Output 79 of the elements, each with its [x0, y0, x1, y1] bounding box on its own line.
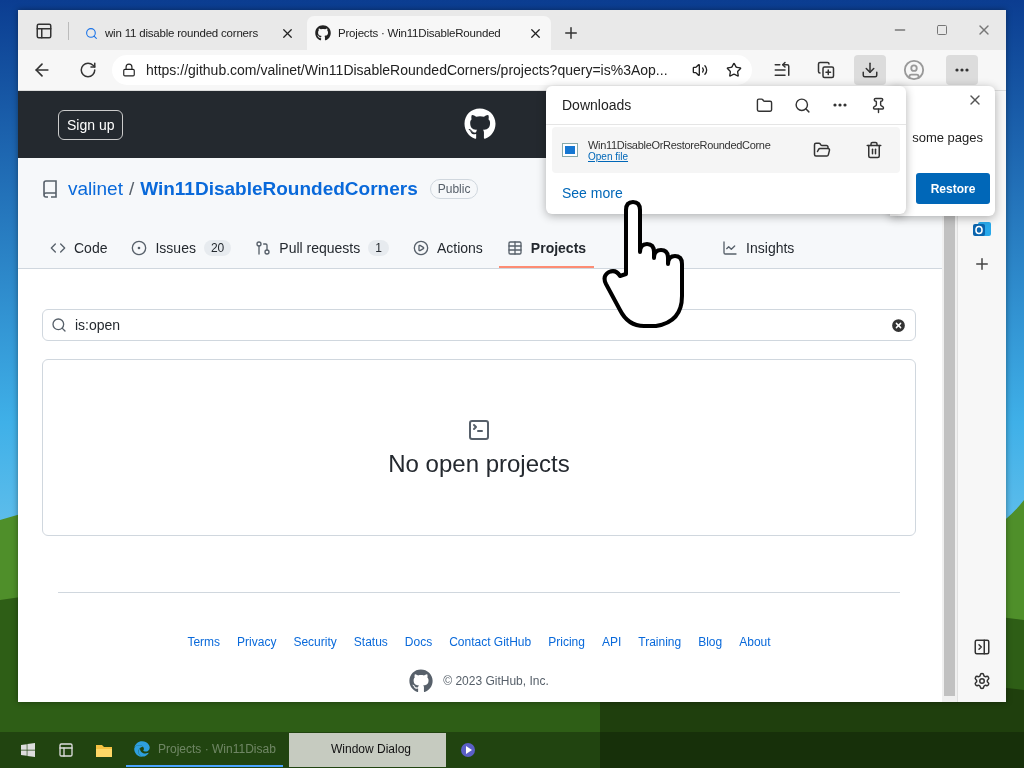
github-logo-icon[interactable]	[464, 108, 496, 140]
tab-actions-icon[interactable]	[35, 22, 53, 40]
file-explorer-icon[interactable]	[95, 742, 113, 758]
project-icon	[467, 417, 491, 442]
outlook-icon[interactable]	[972, 219, 992, 239]
open-file-link[interactable]: Open file	[588, 150, 792, 162]
github-logo-icon[interactable]	[409, 669, 434, 693]
footer-link[interactable]: Contact GitHub	[449, 635, 532, 649]
footer-link[interactable]: Docs	[404, 635, 433, 649]
notification-text: some pages	[912, 130, 983, 145]
github-icon	[315, 25, 331, 41]
graph-icon	[722, 240, 739, 256]
counter: 20	[203, 240, 232, 256]
folder-icon[interactable]	[813, 141, 831, 159]
download-icon	[861, 61, 879, 79]
add-icon[interactable]	[973, 255, 991, 273]
footer-link[interactable]: Terms	[187, 635, 221, 649]
task-view-icon[interactable]	[58, 742, 74, 758]
search-icon	[85, 26, 98, 40]
repo-icon	[42, 180, 58, 198]
footer-link[interactable]: API	[601, 635, 622, 649]
add-favorite-icon[interactable]	[726, 62, 742, 78]
footer-link[interactable]: About	[739, 635, 771, 649]
favorites-icon[interactable]	[773, 61, 791, 79]
lock-icon	[122, 63, 136, 77]
play-icon	[412, 240, 429, 256]
footer-link[interactable]: Pricing	[548, 635, 585, 649]
folder-icon[interactable]	[755, 96, 773, 114]
empty-state-title: No open projects	[388, 449, 570, 478]
more-icon	[833, 103, 847, 107]
settings-icon[interactable]	[973, 672, 991, 690]
clear-icon[interactable]	[890, 316, 907, 334]
repo-tab[interactable]: Code	[42, 240, 116, 268]
counter: 1	[368, 240, 389, 256]
footer-link[interactable]: Blog	[698, 635, 723, 649]
footer-link[interactable]: Training	[638, 635, 682, 649]
table-icon	[506, 240, 523, 256]
repo-link[interactable]: Win11DisableRoundedCorners	[140, 178, 418, 200]
repo-tab[interactable]: Actions	[404, 240, 491, 268]
taskbar-button[interactable]: Window Dialog	[289, 733, 446, 767]
new-tab-icon[interactable]	[562, 24, 580, 42]
restore-button[interactable]: Restore	[916, 173, 990, 204]
address-bar[interactable]: https://github.com/valinet/Win11DisableRoundedCorners/projects?query=is%3Aop...	[112, 55, 752, 85]
edge-icon	[134, 741, 150, 757]
app-icon[interactable]	[460, 742, 476, 758]
delete-icon[interactable]	[865, 141, 883, 159]
footer-link[interactable]: Status	[353, 635, 388, 649]
panel-title: Downloads	[562, 97, 632, 113]
repo-tab[interactable]: Issues 20	[123, 240, 240, 268]
repo-tab[interactable]: Pull requests 1	[247, 240, 397, 268]
search-icon	[51, 317, 67, 333]
sign-up-button[interactable]: Sign up	[58, 109, 124, 140]
browser-tab[interactable]: Projects · Win11DisableRounded	[307, 16, 551, 50]
owner-link[interactable]: valinet	[68, 178, 123, 200]
path-separator: /	[128, 178, 135, 200]
more-icon	[955, 68, 969, 72]
repo-tab[interactable]: Insights	[714, 240, 803, 268]
maximize-icon[interactable]	[936, 24, 948, 36]
copyright-text: © 2023 GitHub, Inc.	[443, 674, 549, 688]
profile-icon[interactable]	[903, 59, 925, 81]
reload-icon[interactable]	[79, 61, 97, 79]
file-name: Win11DisableOrRestoreRoundedCorne	[588, 138, 772, 151]
see-more-link[interactable]: See more	[562, 185, 623, 201]
repo-tab[interactable]: Projects	[498, 240, 595, 268]
file-icon	[562, 143, 578, 157]
search-field[interactable]: is:open	[42, 309, 916, 341]
code-icon	[50, 240, 66, 256]
footer-link[interactable]: Security	[293, 635, 337, 649]
read-aloud-icon[interactable]	[692, 62, 708, 78]
download-item[interactable]: Win11DisableOrRestoreRoundedCorne Open file	[552, 127, 900, 173]
footer-link[interactable]: Privacy	[237, 635, 277, 649]
collections-icon[interactable]	[817, 61, 835, 79]
hide-sidebar-icon[interactable]	[973, 638, 991, 656]
issue-icon	[131, 240, 148, 256]
browser-tab[interactable]: win 11 disable rounded corners	[77, 16, 303, 50]
pull-request-icon	[255, 240, 272, 256]
start-icon[interactable]	[20, 742, 36, 758]
downloads-button[interactable]	[854, 55, 886, 85]
search-icon[interactable]	[793, 96, 811, 114]
